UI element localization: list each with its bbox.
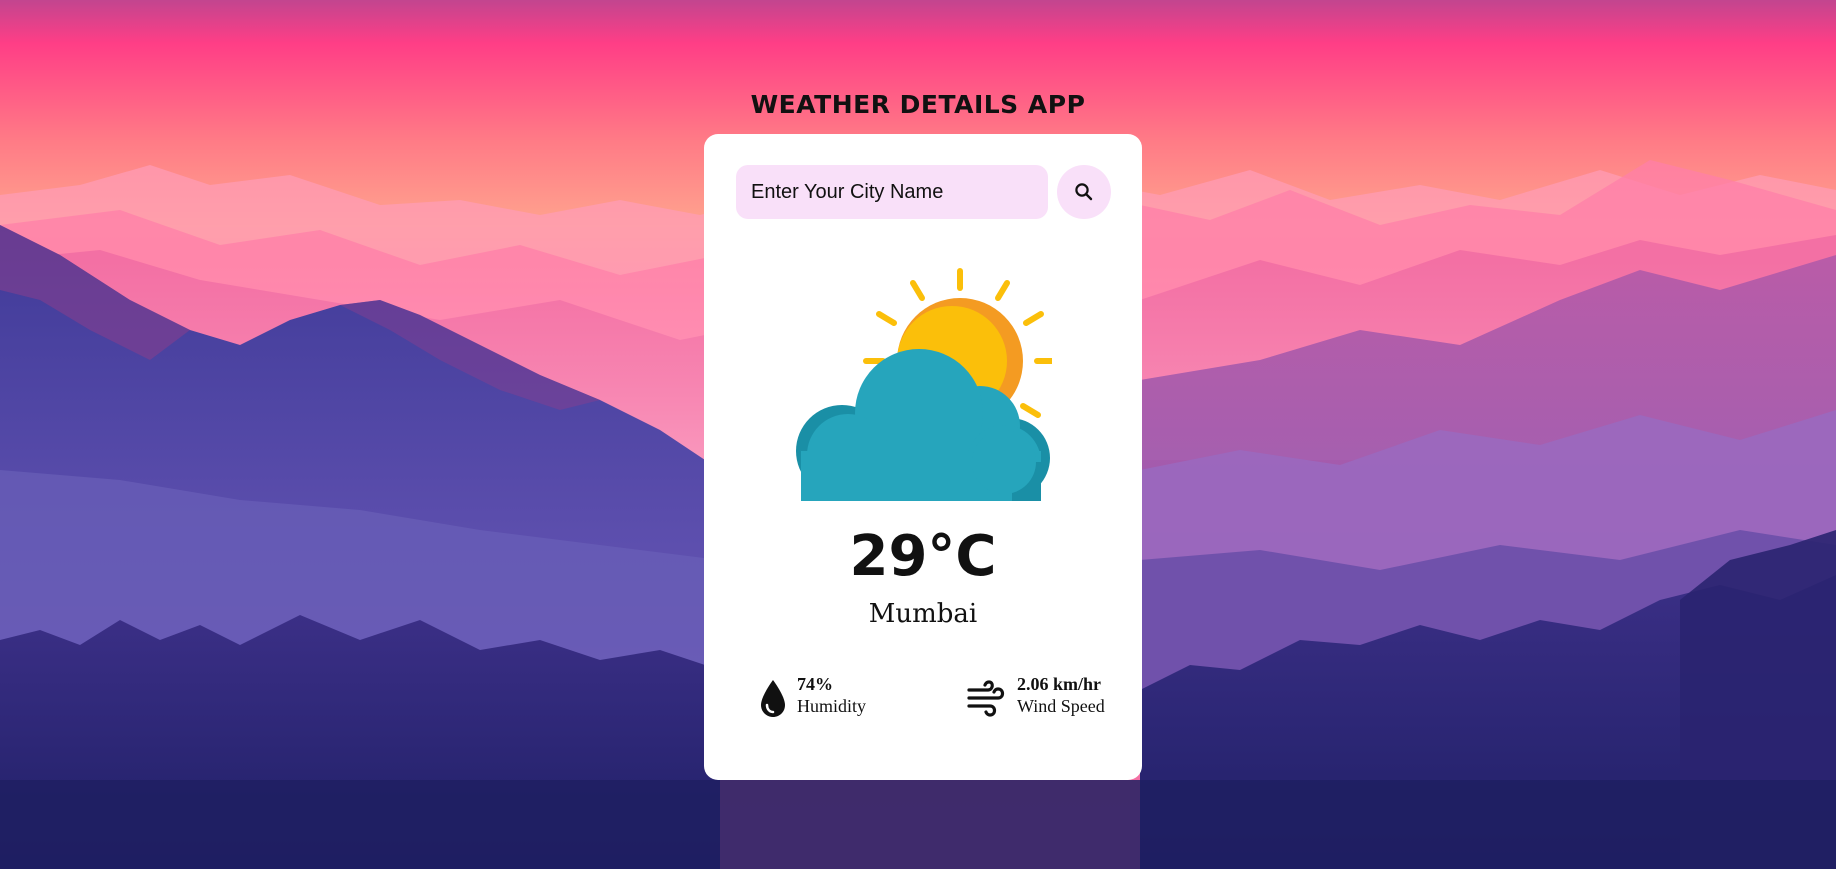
app-title: WEATHER DETAILS APP xyxy=(750,90,1086,119)
humidity-stat: 74% Humidity xyxy=(758,674,888,724)
city-search-input[interactable] xyxy=(736,165,1048,219)
city-name: Mumbai xyxy=(868,599,978,629)
humidity-label: Humidity xyxy=(797,696,867,716)
search-icon xyxy=(1075,183,1093,201)
weather-card: 29°C Mumbai 74% Humidity 2.06 km/hr Wind… xyxy=(704,134,1142,780)
partly-cloudy-sun-icon xyxy=(796,268,1052,501)
search-button[interactable] xyxy=(1057,165,1111,219)
wind-speed-value: 2.06 km/hr xyxy=(1017,674,1102,694)
wind-speed-label: Wind Speed xyxy=(1017,696,1105,716)
wind-icon xyxy=(967,680,1005,717)
temperature-value: 29°C xyxy=(849,524,997,589)
humidity-value: 74% xyxy=(797,674,833,694)
wind-speed-stat: 2.06 km/hr Wind Speed xyxy=(966,674,1136,724)
water-drop-icon xyxy=(761,680,785,717)
